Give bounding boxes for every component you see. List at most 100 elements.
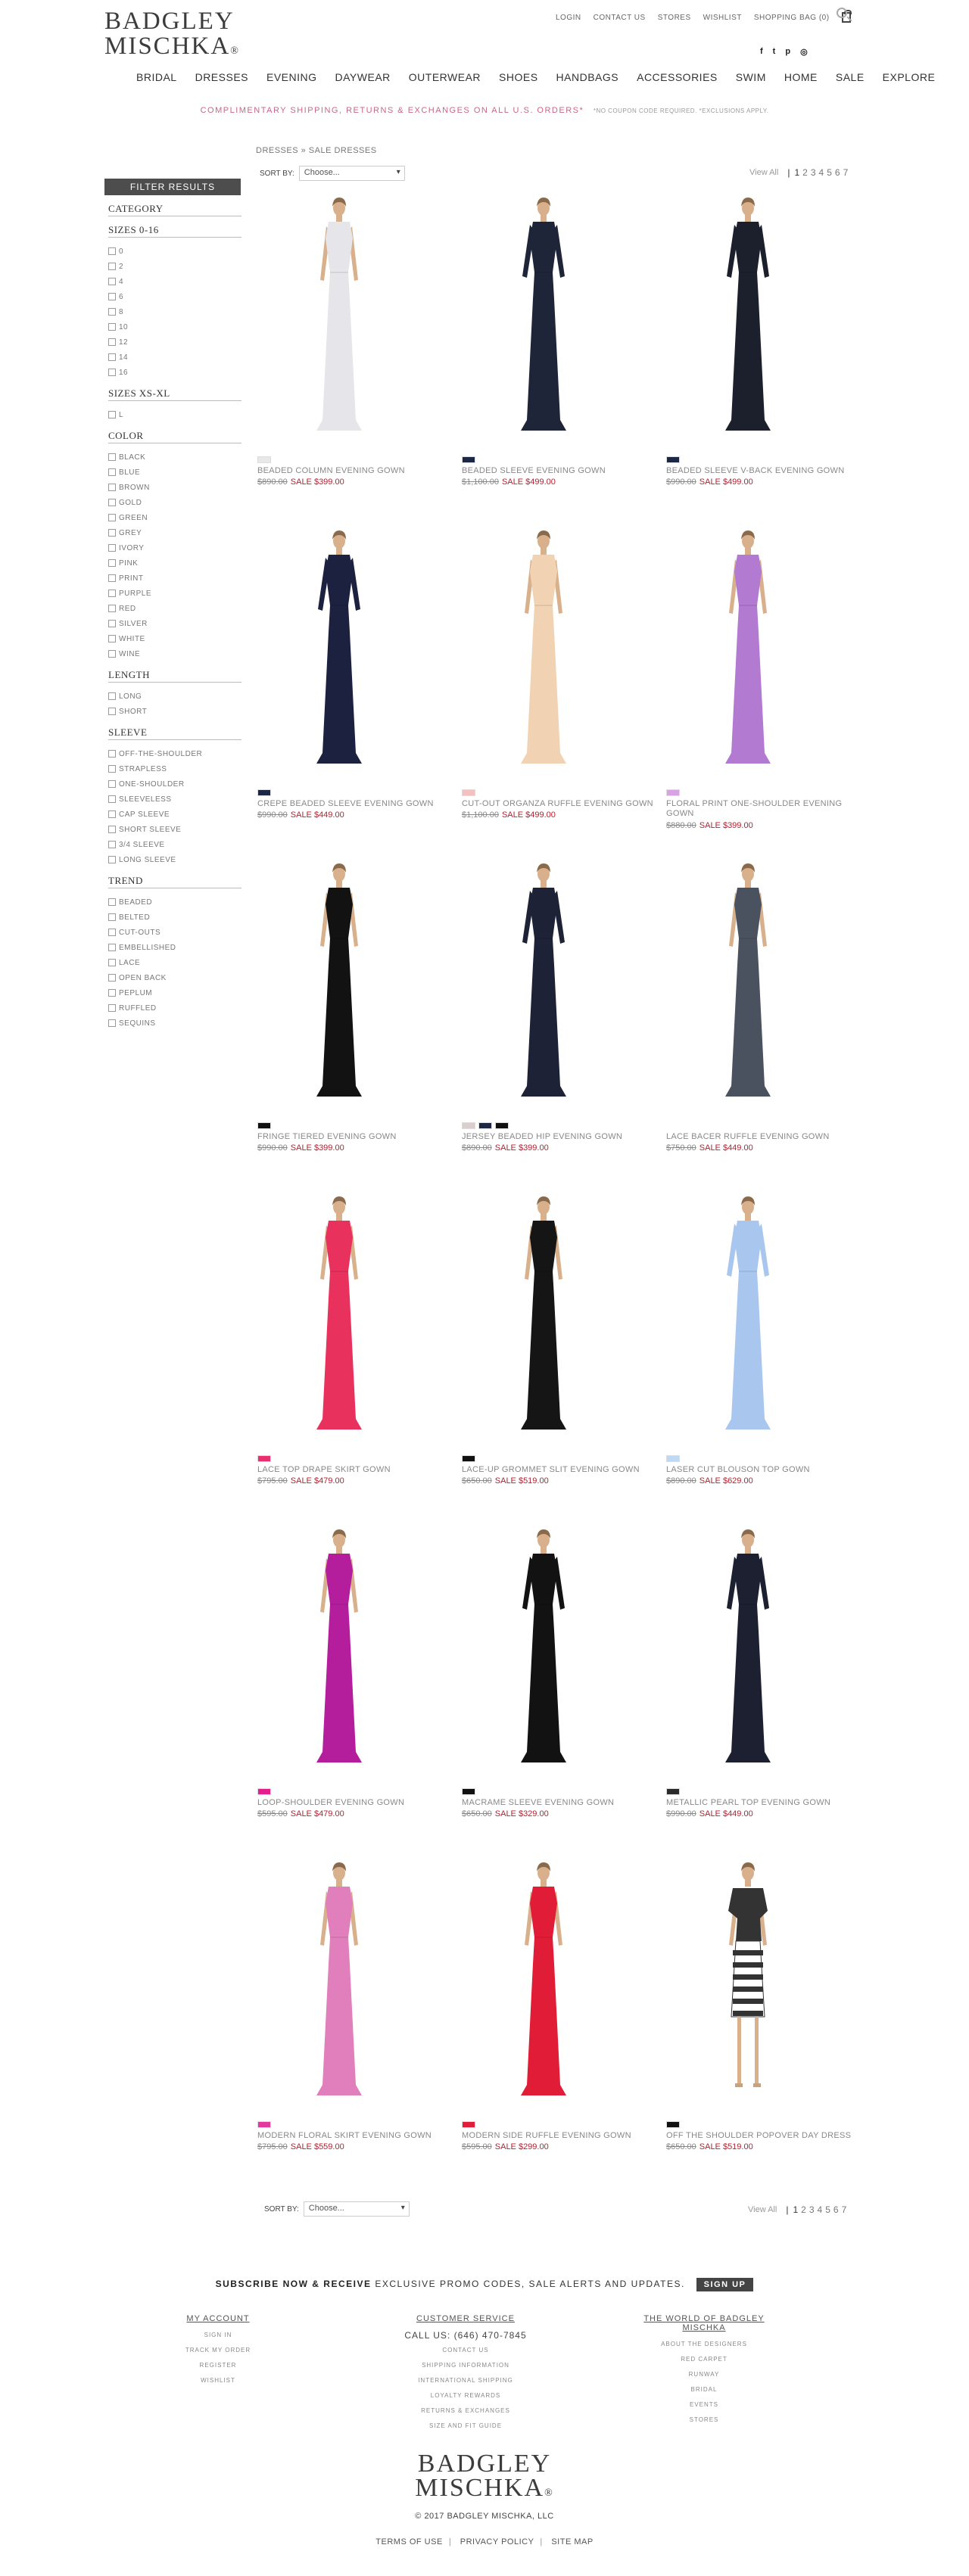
product-image[interactable] <box>491 1192 597 1434</box>
sitemap-link[interactable]: SITE MAP <box>551 2537 593 2546</box>
page-link[interactable]: 2 <box>802 167 808 178</box>
nav-item[interactable]: SALE <box>827 71 874 83</box>
filter-option[interactable]: BEADED <box>108 894 241 910</box>
product-card[interactable]: LACE-UP GROMMET SLIT EVENING GOWN $650.00… <box>460 1192 663 1525</box>
privacy-link[interactable]: PRIVACY POLICY <box>460 2537 534 2546</box>
filter-option[interactable]: LONG <box>108 689 241 704</box>
facet-title[interactable]: SIZES XS-XL <box>108 387 241 400</box>
filter-option[interactable]: 4 <box>108 274 241 289</box>
checkbox[interactable] <box>108 989 116 997</box>
product-image[interactable] <box>695 526 801 768</box>
filter-option[interactable]: 3/4 SLEEVE <box>108 837 241 852</box>
page-link[interactable]: 2 <box>801 2204 806 2215</box>
filter-option[interactable]: 14 <box>108 350 241 365</box>
product-card[interactable]: FRINGE TIERED EVENING GOWN $990.00 SALE $3… <box>256 859 459 1192</box>
color-swatch[interactable] <box>257 1122 271 1129</box>
filter-option[interactable]: LONG SLEEVE <box>108 852 241 867</box>
terms-link[interactable]: TERMS OF USE <box>375 2537 443 2546</box>
checkbox[interactable] <box>108 944 116 951</box>
facet-title[interactable]: TREND <box>108 875 241 888</box>
filter-option[interactable]: STRAPLESS <box>108 761 241 776</box>
product-image[interactable] <box>286 193 392 435</box>
color-swatch[interactable] <box>666 2121 680 2128</box>
product-name[interactable]: BEADED SLEEVE EVENING GOWN <box>462 466 606 475</box>
filter-option[interactable]: PURPLE <box>108 586 241 601</box>
footer-link[interactable]: RUNWAY <box>621 2367 787 2382</box>
facet-title[interactable]: CATEGORY <box>108 203 241 216</box>
filter-option[interactable]: OFF-THE-SHOULDER <box>108 746 241 761</box>
filter-option[interactable]: PINK <box>108 555 241 571</box>
product-card[interactable]: BEADED COLUMN EVENING GOWN $890.00 SALE $3… <box>256 193 459 526</box>
product-name[interactable]: BEADED SLEEVE V-BACK EVENING GOWN <box>666 466 844 475</box>
color-swatch[interactable] <box>257 2121 271 2128</box>
facet-title[interactable]: COLOR <box>108 430 241 443</box>
product-card[interactable]: MODERN SIDE RUFFLE EVENING GOWN $595.00 SA… <box>460 1858 663 2191</box>
filter-option[interactable]: 10 <box>108 319 241 334</box>
filter-option[interactable]: 0 <box>108 244 241 259</box>
color-swatch[interactable] <box>462 2121 475 2128</box>
filter-option[interactable]: LACE <box>108 955 241 970</box>
filter-option[interactable]: GREEN <box>108 510 241 525</box>
filter-option[interactable]: SLEEVELESS <box>108 792 241 807</box>
product-card[interactable]: LOOP-SHOULDER EVENING GOWN $595.00 SALE $4… <box>256 1525 459 1858</box>
login-link[interactable]: LOGIN <box>556 14 581 22</box>
product-card[interactable]: OFF THE SHOULDER POPOVER DAY DRESS $650.0… <box>665 1858 868 2191</box>
facet-title[interactable]: SIZES 0-16 <box>108 224 241 237</box>
filter-option[interactable]: 6 <box>108 289 241 304</box>
color-swatch[interactable] <box>462 1122 475 1129</box>
footer-logo[interactable]: BADGLEY MISCHKA® <box>0 2451 969 2506</box>
checkbox[interactable] <box>108 929 116 936</box>
nav-item[interactable]: SWIM <box>727 71 775 83</box>
pinterest-icon[interactable]: p <box>785 47 790 57</box>
product-card[interactable]: MACRAME SLEEVE EVENING GOWN $650.00 SALE $… <box>460 1525 663 1858</box>
color-swatch[interactable] <box>462 789 475 796</box>
checkbox[interactable] <box>108 780 116 788</box>
brand-logo[interactable]: BADGLEY MISCHKA® <box>104 9 240 64</box>
color-swatch[interactable] <box>257 1455 271 1462</box>
filter-option[interactable]: GREY <box>108 525 241 540</box>
checkbox[interactable] <box>108 1019 116 1027</box>
checkbox[interactable] <box>108 841 116 848</box>
footer-link[interactable]: BRIDAL <box>621 2382 787 2397</box>
product-card[interactable]: CREPE BEADED SLEEVE EVENING GOWN $990.00 S… <box>256 526 459 859</box>
page-link[interactable]: 5 <box>827 167 832 178</box>
filter-option[interactable]: 12 <box>108 334 241 350</box>
search-icon[interactable] <box>837 8 847 18</box>
color-swatch[interactable] <box>462 456 475 463</box>
page-link[interactable]: 6 <box>835 167 840 178</box>
footer-link[interactable]: EVENTS <box>621 2397 787 2413</box>
checkbox[interactable] <box>108 263 116 270</box>
filter-option[interactable]: GOLD <box>108 495 241 510</box>
checkbox[interactable] <box>108 247 116 255</box>
page-link[interactable]: 1 <box>793 2204 798 2215</box>
product-image[interactable] <box>695 193 801 435</box>
color-swatch[interactable] <box>478 1122 492 1129</box>
filter-option[interactable]: IVORY <box>108 540 241 555</box>
instagram-icon[interactable]: ◎ <box>800 47 808 57</box>
footer-link[interactable]: RETURNS & EXCHANGES <box>401 2403 530 2419</box>
product-card[interactable]: BEADED SLEEVE EVENING GOWN $1,100.00 SALE … <box>460 193 663 526</box>
checkbox[interactable] <box>108 826 116 833</box>
nav-item[interactable]: SHOES <box>490 71 547 83</box>
nav-item[interactable]: HANDBAGS <box>547 71 628 83</box>
color-swatch[interactable] <box>666 456 680 463</box>
filter-option[interactable]: SHORT SLEEVE <box>108 822 241 837</box>
nav-item[interactable]: DAYWEAR <box>326 71 400 83</box>
product-name[interactable]: OFF THE SHOULDER POPOVER DAY DRESS <box>666 2131 851 2140</box>
filter-option[interactable]: L <box>108 407 241 422</box>
page-link[interactable]: 4 <box>819 167 824 178</box>
color-swatch[interactable] <box>666 1455 680 1462</box>
filter-option[interactable]: 2 <box>108 259 241 274</box>
checkbox[interactable] <box>108 453 116 461</box>
checkbox[interactable] <box>108 308 116 316</box>
footer-link[interactable]: TRACK MY ORDER <box>173 2343 263 2358</box>
product-card[interactable]: METALLIC PEARL TOP EVENING GOWN $990.00 SA… <box>665 1525 868 1858</box>
product-image[interactable] <box>491 859 597 1101</box>
product-name[interactable]: FLORAL PRINT ONE-SHOULDER EVENING GOWN <box>666 799 848 819</box>
nav-item[interactable]: OUTERWEAR <box>400 71 490 83</box>
page-link[interactable]: 1 <box>794 167 799 178</box>
contact-us-link[interactable]: CONTACT US <box>594 14 646 22</box>
product-name[interactable]: MODERN FLORAL SKIRT EVENING GOWN <box>257 2131 432 2140</box>
page-link[interactable]: 7 <box>843 167 849 178</box>
color-swatch[interactable] <box>495 1122 509 1129</box>
